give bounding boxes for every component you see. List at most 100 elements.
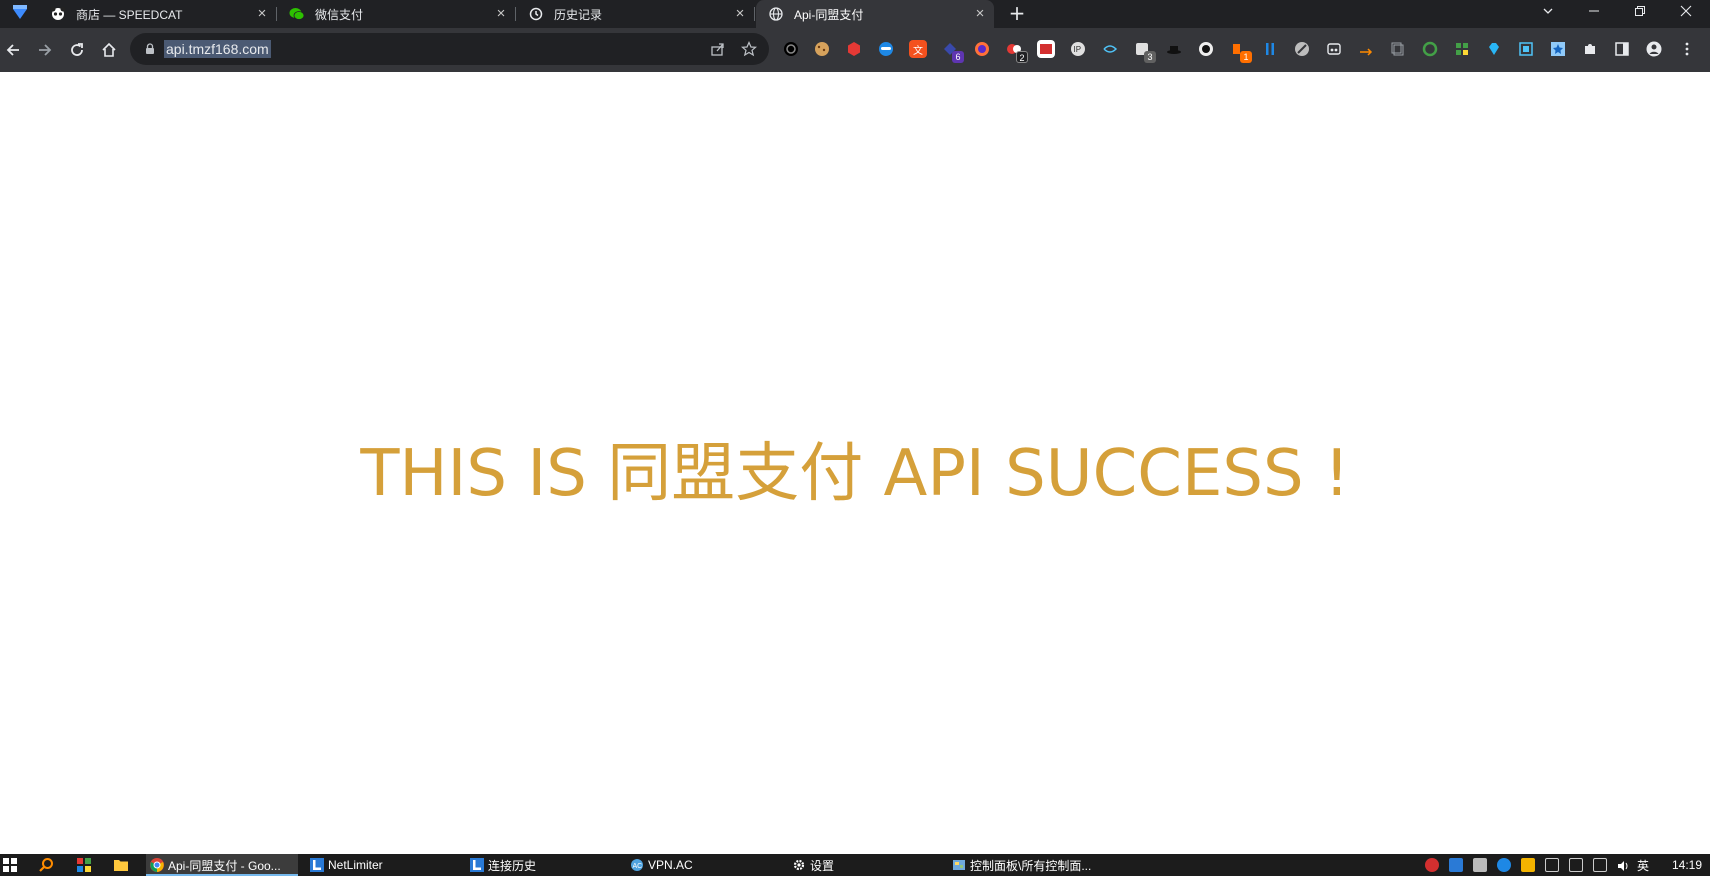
profile-avatar-icon[interactable] bbox=[1645, 40, 1663, 58]
svg-text:AC: AC bbox=[633, 863, 643, 870]
address-bar[interactable]: api.tmzf168.com bbox=[130, 33, 769, 65]
success-headline: THIS IS 同盟支付 API SUCCESS ! bbox=[360, 437, 1350, 511]
tray-icon[interactable] bbox=[1569, 858, 1583, 872]
wechat-icon bbox=[289, 6, 305, 22]
firefox-icon[interactable] bbox=[973, 40, 991, 58]
tab-strip: 商店 — SPEEDCAT × 微信支付 × 历史记录 × Api-同盟支付 ×… bbox=[0, 0, 1710, 28]
taskbar-item-netlimiter[interactable]: NetLimiter bbox=[310, 854, 460, 876]
extension-badge: 3 bbox=[1144, 51, 1156, 63]
netlimiter-tray-icon[interactable] bbox=[1449, 858, 1463, 872]
cookie-icon[interactable] bbox=[813, 40, 831, 58]
restore-button[interactable] bbox=[1617, 0, 1663, 28]
search-button[interactable] bbox=[38, 857, 54, 873]
tab-title: 微信支付 bbox=[315, 7, 364, 22]
extension-icon[interactable] bbox=[1101, 40, 1119, 58]
taskbar-item-label: 连接历史 bbox=[488, 858, 537, 873]
tab-title: 商店 — SPEEDCAT bbox=[76, 7, 183, 22]
chevron-down-icon bbox=[1543, 8, 1553, 14]
arrow-right-icon[interactable] bbox=[1357, 40, 1375, 58]
input-method-indicator[interactable]: 英 bbox=[1637, 857, 1649, 874]
minimize-button[interactable] bbox=[1571, 0, 1617, 28]
tab-history[interactable]: 历史记录 × bbox=[516, 0, 755, 28]
extension-icon[interactable] bbox=[1037, 40, 1055, 58]
globe-icon bbox=[768, 6, 784, 22]
search-icon bbox=[39, 858, 53, 872]
netlimiter-icon bbox=[310, 858, 324, 872]
close-tab-icon[interactable]: × bbox=[254, 6, 270, 22]
extension-icon[interactable] bbox=[1325, 40, 1343, 58]
task-view-button[interactable] bbox=[76, 857, 92, 873]
close-tab-icon[interactable]: × bbox=[732, 6, 748, 22]
file-explorer-button[interactable] bbox=[113, 857, 129, 873]
tray-icon[interactable] bbox=[1473, 858, 1487, 872]
extension-icon[interactable] bbox=[1197, 40, 1215, 58]
grid-icon[interactable] bbox=[1453, 40, 1471, 58]
extension-icon[interactable] bbox=[1293, 40, 1311, 58]
tab-search-button[interactable] bbox=[1525, 0, 1571, 28]
extension-icon[interactable]: 6 bbox=[941, 40, 964, 63]
network-icon[interactable] bbox=[1593, 858, 1607, 872]
new-tab-button[interactable]: + bbox=[1005, 2, 1029, 26]
bluetooth-icon[interactable] bbox=[1497, 858, 1511, 872]
gem-icon[interactable] bbox=[1485, 40, 1503, 58]
home-button[interactable] bbox=[96, 37, 122, 63]
tab-api-tongmeng[interactable]: Api-同盟支付 × bbox=[756, 0, 994, 28]
taskbar-item-label: 控制面板\所有控制面... bbox=[970, 858, 1092, 873]
back-button[interactable] bbox=[0, 37, 26, 63]
cube-icon[interactable] bbox=[845, 40, 863, 58]
usb-icon[interactable] bbox=[1545, 858, 1559, 872]
extension-icon[interactable]: 1 bbox=[1229, 40, 1252, 63]
apps-grid-icon bbox=[77, 858, 91, 872]
tab-speedcat[interactable]: 商店 — SPEEDCAT × bbox=[38, 0, 277, 28]
tab-title: 历史记录 bbox=[554, 7, 603, 22]
gear-icon bbox=[793, 859, 805, 871]
share-icon[interactable] bbox=[710, 41, 726, 57]
taskbar-item-connection-history[interactable]: 连接历史 bbox=[470, 854, 620, 876]
volume-icon[interactable] bbox=[1617, 858, 1631, 872]
tab-wechat-pay[interactable]: 微信支付 × bbox=[277, 0, 516, 28]
control-panel-icon bbox=[953, 860, 965, 870]
extension-icon[interactable]: 2 bbox=[1005, 40, 1028, 63]
ip-icon[interactable]: IP bbox=[1069, 40, 1087, 58]
pause-icon[interactable] bbox=[1261, 40, 1279, 58]
extension-badge: 1 bbox=[1240, 51, 1252, 63]
tab-title: Api-同盟支付 bbox=[794, 7, 864, 22]
vpn-icon: AC bbox=[631, 859, 643, 871]
kebab-menu-icon[interactable] bbox=[1678, 40, 1696, 58]
reload-icon bbox=[71, 43, 83, 56]
taskbar-item-chrome[interactable]: Api-同盟支付 - Goo... bbox=[146, 854, 298, 876]
forward-button[interactable] bbox=[32, 37, 58, 63]
hat-icon[interactable] bbox=[1165, 40, 1183, 58]
close-window-button[interactable] bbox=[1663, 0, 1709, 28]
close-icon bbox=[1680, 5, 1692, 17]
extension-icon[interactable] bbox=[1421, 40, 1439, 58]
close-tab-icon[interactable]: × bbox=[493, 6, 509, 22]
extension-icon[interactable] bbox=[1517, 40, 1535, 58]
mask-icon[interactable] bbox=[877, 40, 895, 58]
extension-icon[interactable]: 3 bbox=[1133, 40, 1156, 63]
windows-taskbar: Api-同盟支付 - Goo... NetLimiter 连接历史 AC VPN… bbox=[0, 854, 1710, 876]
gem-icon bbox=[13, 5, 27, 19]
url-text[interactable]: api.tmzf168.com bbox=[164, 40, 271, 58]
taskbar-item-vpn[interactable]: AC VPN.AC bbox=[630, 854, 780, 876]
reload-button[interactable] bbox=[64, 37, 90, 63]
translate-icon[interactable]: 文 bbox=[909, 40, 927, 58]
taskbar-clock[interactable]: 14:19 bbox=[1672, 858, 1702, 872]
bookmark-star-icon[interactable] bbox=[741, 41, 757, 57]
puzzle-icon[interactable] bbox=[1581, 40, 1599, 58]
home-icon bbox=[102, 42, 116, 57]
star-box-icon[interactable] bbox=[1549, 40, 1567, 58]
taskbar-item-control-panel[interactable]: 控制面板\所有控制面... bbox=[952, 854, 1102, 876]
taskbar-item-settings[interactable]: 设置 bbox=[792, 854, 942, 876]
copy-icon[interactable] bbox=[1389, 40, 1407, 58]
start-button[interactable] bbox=[2, 857, 18, 873]
extension-icon[interactable] bbox=[782, 40, 800, 58]
tray-icon[interactable] bbox=[1425, 858, 1439, 872]
side-panel-icon[interactable] bbox=[1613, 40, 1631, 58]
extension-badge: 2 bbox=[1016, 51, 1028, 63]
mail-tray-icon[interactable] bbox=[1521, 858, 1535, 872]
taskbar-item-label: VPN.AC bbox=[648, 858, 693, 872]
close-tab-icon[interactable]: × bbox=[972, 6, 988, 22]
panda-icon bbox=[50, 6, 66, 22]
pinned-tab[interactable] bbox=[6, 3, 34, 25]
